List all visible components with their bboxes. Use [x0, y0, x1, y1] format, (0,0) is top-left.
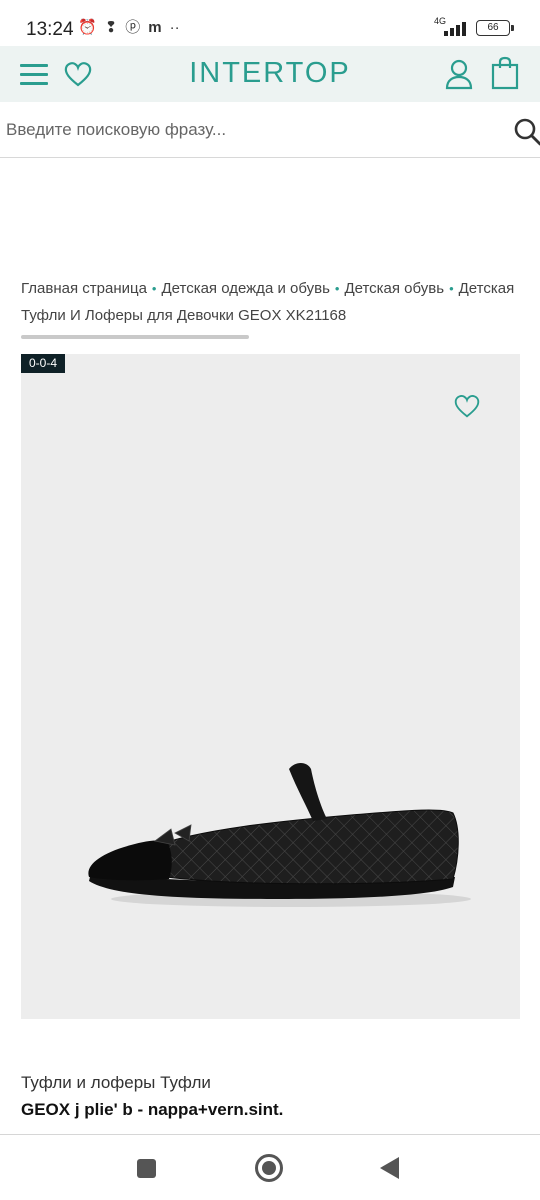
alarm-icon: ⏰	[78, 19, 97, 36]
breadcrumb-separator: •	[334, 281, 340, 296]
status-time: 13:24	[26, 19, 74, 40]
system-nav-bar	[0, 1135, 540, 1200]
search-input[interactable]	[6, 114, 496, 146]
search-bar	[0, 102, 540, 158]
shopping-bag-icon[interactable]	[490, 56, 520, 90]
breadcrumb-current: Туфли И Лоферы для Девочки GEOX XK21168	[21, 307, 347, 324]
product-name: GEOX j plie' b - nappa+vern.sint.	[21, 1100, 284, 1119]
status-bar: 13:24 ⏰ ❢ ⓟ m ·· 4G 66	[0, 0, 540, 46]
notification-app-icon: ❢	[104, 19, 118, 36]
more-dots-icon: ··	[169, 19, 180, 36]
breadcrumb-separator: •	[449, 281, 454, 296]
status-right: 4G 66	[434, 16, 514, 38]
heart-outline-icon[interactable]	[453, 392, 481, 420]
breadcrumb-home[interactable]: Главная страница	[21, 280, 147, 297]
shoe-image	[88, 763, 471, 907]
breadcrumb-kids-more[interactable]: Детская	[459, 280, 515, 297]
home-circle-icon[interactable]	[255, 1154, 283, 1182]
notification-icons: ⏰ ❢ ⓟ m ··	[78, 18, 180, 38]
user-icon[interactable]	[444, 58, 474, 90]
pinterest-icon: ⓟ	[125, 19, 141, 36]
breadcrumb-kids-clothing[interactable]: Детская одежда и обувь	[161, 280, 329, 297]
recents-square-icon[interactable]	[137, 1159, 156, 1178]
network-type: 4G	[434, 16, 447, 26]
battery-level: 66	[487, 22, 499, 33]
breadcrumb-separator: •	[151, 281, 157, 296]
search-icon[interactable]	[514, 118, 540, 146]
signal-icon: 4G	[434, 16, 468, 38]
breadcrumb-scrollbar[interactable]	[21, 335, 249, 339]
battery-icon: 66	[476, 20, 514, 36]
product-image[interactable]	[21, 354, 520, 1019]
product-category: Туфли и лоферы Туфли	[21, 1073, 211, 1092]
back-triangle-icon[interactable]	[380, 1157, 399, 1179]
sku-badge: 0-0-4	[21, 354, 66, 373]
site-header: INTERTOP	[0, 46, 540, 102]
breadcrumb: Главная страница • Детская одежда и обувь •…	[21, 280, 540, 297]
m-app-icon: m	[148, 19, 162, 36]
breadcrumb-kids-shoes[interactable]: Детская обувь	[344, 280, 444, 297]
